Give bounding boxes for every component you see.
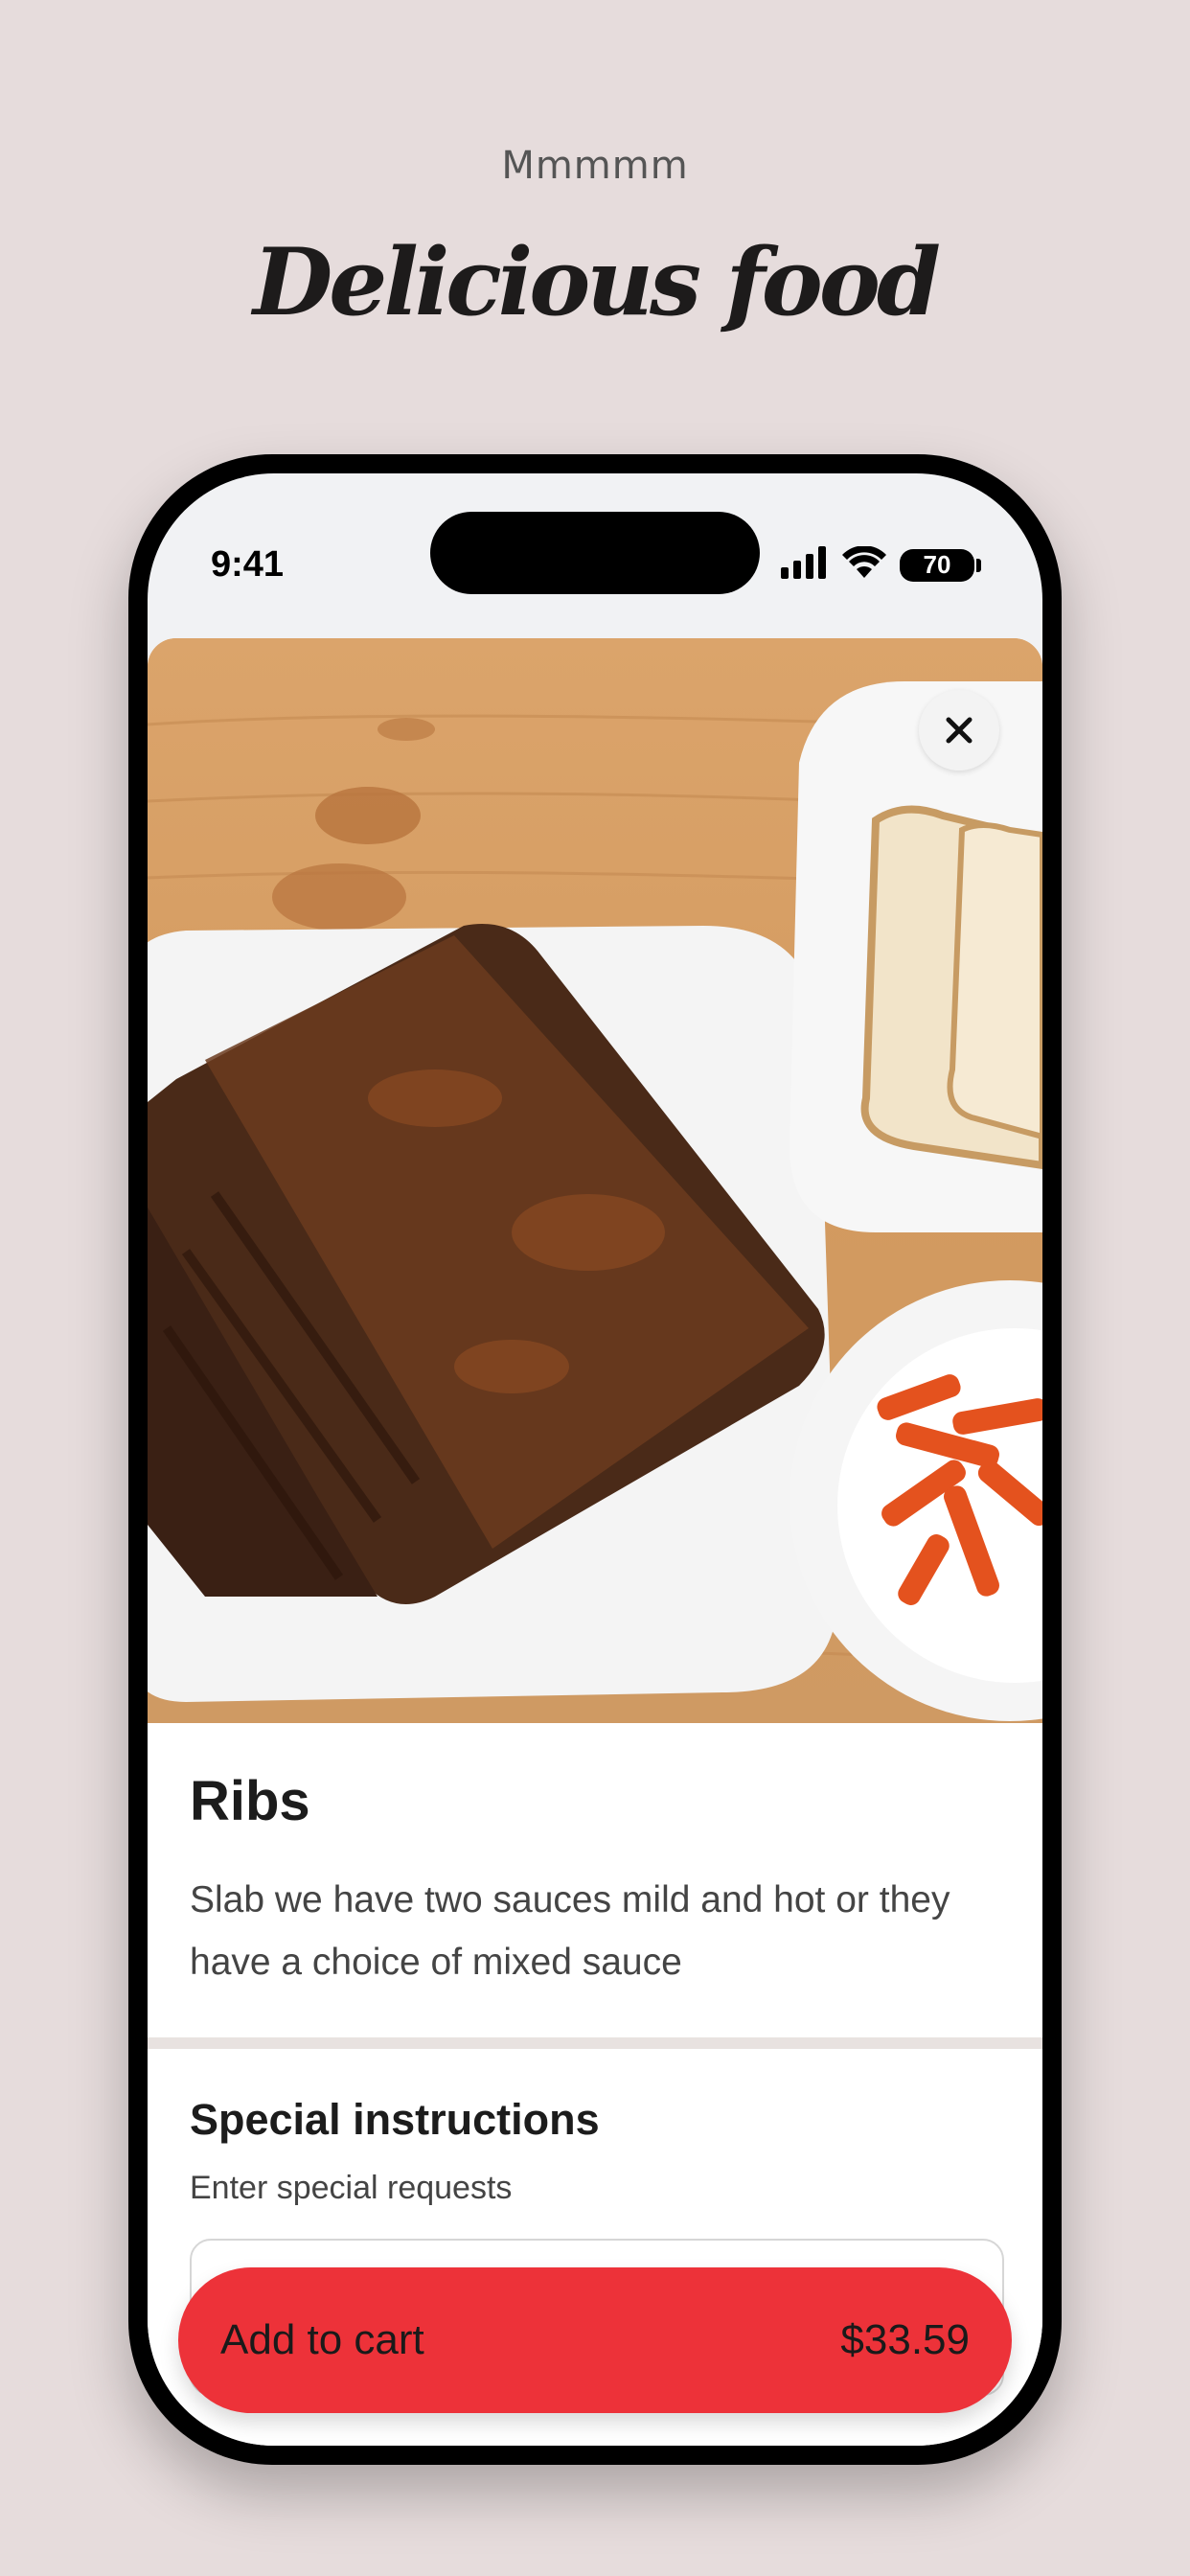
item-title: Ribs (190, 1770, 310, 1832)
battery-icon: 70 (900, 548, 981, 582)
special-instructions-subtitle: Enter special requests (190, 2170, 513, 2206)
special-instructions-title: Special instructions (190, 2095, 600, 2144)
status-time: 9:41 (211, 544, 285, 585)
signal-icon (781, 546, 829, 584)
eyebrow-text: Mmmmm (501, 144, 689, 188)
status-icons: 70 (781, 545, 981, 584)
add-to-cart-button[interactable]: Add to cart $33.59 (178, 2267, 1012, 2413)
add-to-cart-label: Add to cart (220, 2316, 424, 2363)
close-icon (944, 715, 974, 746)
cart-price: $33.59 (840, 2316, 970, 2363)
phone-frame: 9:41 70 Ribs Slab we have two sauces mil… (128, 454, 1062, 2465)
item-description: Slab we have two sauces mild and hot or … (190, 1879, 950, 1983)
phone-screen: 9:41 70 Ribs Slab we have two sauces mil… (148, 473, 1042, 2446)
item-sheet: Ribs Slab we have two sauces mild and ho… (148, 638, 1042, 2446)
battery-level: 70 (900, 548, 974, 582)
status-bar: 9:41 70 (148, 473, 1042, 617)
item-photo (148, 638, 1042, 1723)
wifi-icon (842, 545, 886, 584)
section-divider (148, 2037, 1042, 2049)
close-button[interactable] (919, 690, 999, 770)
headline: Delicious food (253, 228, 941, 336)
dynamic-island (430, 512, 760, 594)
